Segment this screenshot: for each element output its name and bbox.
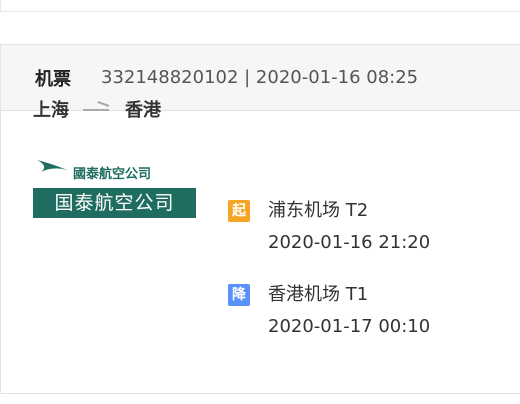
airline-name-banner: 国泰航空公司: [33, 188, 196, 218]
arrival-time: 2020-01-17 00:10: [268, 316, 431, 337]
route-arrow-icon: [83, 100, 111, 114]
route-origin: 上海: [33, 100, 69, 121]
departure-airport: 浦东机场 T2: [268, 200, 369, 221]
airline-wing-icon: [37, 160, 67, 172]
previous-card-edge: [0, 0, 520, 12]
airline-name-traditional: 國泰航空公司: [73, 167, 152, 182]
airline-logo: 國泰航空公司 国泰航空公司: [33, 150, 196, 218]
departure-badge: 起: [228, 200, 250, 222]
departure-time: 2020-01-16 21:20: [268, 232, 431, 253]
ticket-type-label: 机票: [35, 68, 71, 90]
route: 上海 香港: [33, 96, 161, 122]
arrival-airport: 香港机场 T1: [268, 284, 369, 305]
arrival-badge: 降: [228, 284, 250, 306]
route-destination: 香港: [125, 100, 161, 121]
ticket-number-time: 332148820102 | 2020-01-16 08:25: [101, 67, 419, 88]
